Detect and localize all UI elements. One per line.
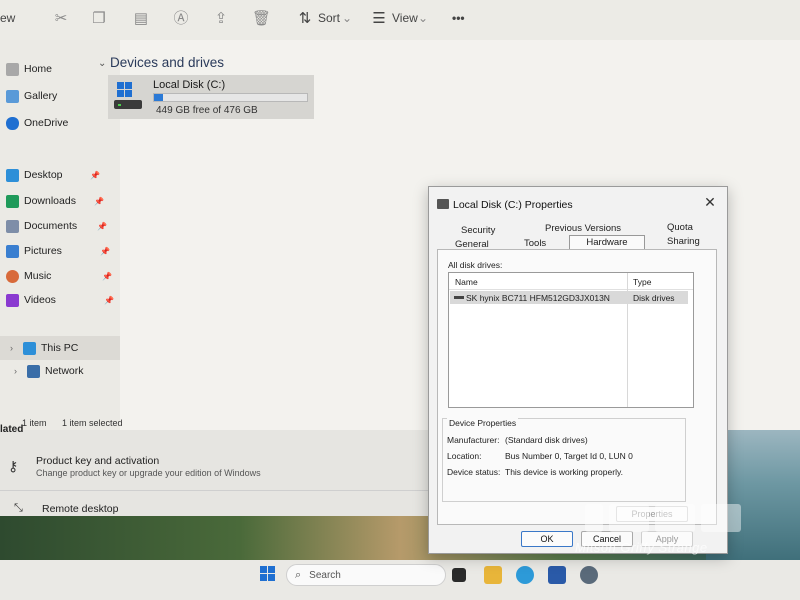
sort-icon[interactable]: ⇅ (296, 10, 314, 28)
drive-icon (114, 82, 142, 109)
ok-button[interactable]: OK (521, 531, 573, 547)
device-properties-group: Device Properties Manufacturer: (Standar… (442, 418, 686, 502)
music-icon (6, 269, 19, 283)
pin-icon[interactable]: 📌 (97, 222, 107, 231)
location-label: Location: (447, 451, 482, 461)
tab-security[interactable]: Security (461, 225, 495, 236)
drive-row-name: SK hynix BC711 HFM512GD3JX013N (466, 293, 610, 303)
view-icon[interactable]: ☰ (370, 10, 388, 28)
view-menu-partial[interactable]: ew (0, 11, 15, 25)
settings-gear-icon[interactable] (580, 566, 598, 584)
paste-icon[interactable]: ▤ (132, 10, 150, 28)
sidebar-item-videos[interactable]: Videos (6, 291, 56, 309)
chevron-right-icon[interactable]: › (14, 366, 17, 376)
cut-icon[interactable]: ✂ (52, 10, 70, 28)
pin-icon[interactable]: 📌 (94, 197, 104, 206)
column-header-name[interactable]: Name (455, 277, 478, 287)
manufacturer-value: (Standard disk drives) (505, 435, 588, 445)
start-windows-icon[interactable] (260, 566, 276, 582)
list-header: Name Type (449, 273, 693, 290)
delete-icon[interactable]: 🗑 (252, 10, 271, 28)
sidebar-item-onedrive[interactable]: OneDrive (6, 114, 68, 132)
remote-desktop-icon: ⤡ (14, 502, 23, 514)
edge-icon[interactable] (516, 566, 534, 584)
task-view-icon[interactable] (452, 568, 466, 582)
close-button[interactable]: ✕ (701, 193, 719, 211)
key-icon: ⚷ (8, 458, 19, 474)
drive-name: Local Disk (C:) (153, 79, 226, 91)
sidebar-item-pictures[interactable]: Pictures (6, 242, 62, 260)
view-chevron-icon: ⌄ (418, 11, 429, 25)
drive-usage-bar (153, 93, 308, 102)
drive-usage-fill (154, 94, 163, 101)
hardware-tab-panel: All disk drives: Name Type SK hynix BC71… (437, 249, 717, 525)
watermark-logo (585, 504, 741, 532)
store-icon[interactable] (548, 566, 566, 584)
pin-icon[interactable]: 📌 (102, 272, 112, 281)
network-icon (27, 364, 40, 378)
home-icon (6, 62, 19, 76)
copy-icon[interactable]: ❐ (90, 10, 108, 28)
disk-drives-list[interactable]: Name Type SK hynix BC711 HFM512GD3JX013N… (448, 272, 694, 408)
desktop-icon (6, 168, 19, 182)
device-properties-title: Device Properties (447, 418, 519, 428)
disk-drive-icon (454, 296, 464, 299)
device-status-label: Device status: (447, 467, 501, 477)
dialog-title: Local Disk (C:) Properties (453, 199, 573, 211)
share-icon[interactable]: ⇪ (212, 10, 230, 28)
settings-row-remote-desktop[interactable]: ⤡ Remote desktop (0, 496, 435, 518)
sidebar-item-this-pc[interactable]: › This PC (10, 339, 78, 357)
view-button[interactable]: View (392, 11, 418, 25)
more-options-button[interactable]: ••• (452, 11, 465, 25)
download-icon (6, 194, 19, 208)
status-selected-count: 1 item selected (62, 418, 123, 428)
watermark-text: Mitsoh Griffy Strange (575, 540, 708, 555)
sidebar-item-network[interactable]: › Network (14, 362, 84, 380)
all-disk-drives-label: All disk drives: (448, 260, 503, 270)
pin-icon[interactable]: 📌 (90, 171, 100, 180)
photo-watermark: Mitsoh Griffy Strange (575, 500, 745, 560)
taskbar-search-input[interactable]: ⌕ Search (286, 564, 446, 586)
drive-free-space: 449 GB free of 476 GB (156, 105, 258, 116)
explorer-toolbar: ew ✂ ❐ ▤ Ⓐ ⇪ 🗑 ⇅ Sort ⌄ ☰ View ⌄ ••• (0, 0, 800, 40)
pictures-icon (6, 244, 19, 258)
sidebar-item-music[interactable]: Music (6, 267, 51, 285)
settings-section-heading: lated (0, 424, 24, 435)
sidebar-item-desktop[interactable]: Desktop (6, 166, 63, 184)
manufacturer-label: Manufacturer: (447, 435, 500, 445)
device-status-value: This device is working properly. (505, 467, 623, 477)
status-item-count: 1 item (22, 418, 47, 428)
drive-small-icon (437, 199, 449, 209)
sort-button[interactable]: Sort (318, 11, 340, 25)
chevron-right-icon[interactable]: › (10, 343, 13, 353)
sort-chevron-icon: ⌄ (342, 11, 353, 25)
file-explorer-icon[interactable] (484, 566, 502, 584)
tab-quota[interactable]: Quota (667, 222, 693, 233)
column-header-type[interactable]: Type (633, 277, 651, 287)
pin-icon[interactable]: 📌 (100, 247, 110, 256)
tab-tools[interactable]: Tools (524, 238, 546, 249)
cloud-icon (6, 116, 19, 130)
group-title: Devices and drives (110, 55, 225, 70)
videos-icon (6, 293, 19, 307)
settings-row-product-key[interactable]: ⚷ Product key and activation Change prod… (0, 446, 435, 486)
tab-previous-versions[interactable]: Previous Versions (545, 223, 621, 234)
sidebar-item-home[interactable]: Home (6, 60, 52, 78)
sidebar-item-downloads[interactable]: Downloads (6, 192, 76, 210)
search-icon: ⌕ (295, 568, 302, 581)
sidebar-item-gallery[interactable]: Gallery (6, 87, 57, 105)
computer-icon (23, 341, 36, 355)
pin-icon[interactable]: 📌 (104, 296, 114, 305)
drive-row-type: Disk drives (633, 293, 675, 303)
gallery-icon (6, 89, 19, 103)
group-collapse-icon[interactable]: ⌄ (98, 58, 106, 69)
rename-icon[interactable]: Ⓐ (172, 10, 190, 28)
local-disk-properties-dialog: Local Disk (C:) Properties ✕ Security Pr… (428, 186, 728, 554)
location-value: Bus Number 0, Target Id 0, LUN 0 (505, 451, 633, 461)
sidebar-item-documents[interactable]: Documents (6, 217, 77, 235)
documents-icon (6, 219, 19, 233)
table-row[interactable]: SK hynix BC711 HFM512GD3JX013N Disk driv… (450, 291, 688, 304)
tab-hardware[interactable]: Hardware (569, 235, 645, 250)
tab-sharing[interactable]: Sharing (667, 236, 700, 247)
